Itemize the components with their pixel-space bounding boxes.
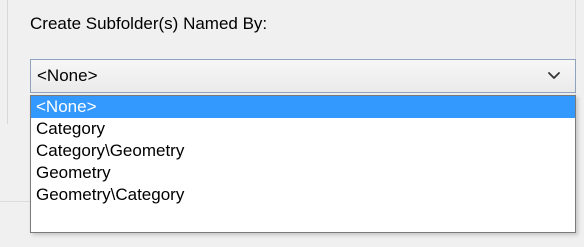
option-geometry-category[interactable]: Geometry\Category — [31, 184, 575, 206]
option-geometry[interactable]: Geometry — [31, 162, 575, 184]
option-category[interactable]: Category — [31, 118, 575, 140]
subfolder-options-list[interactable]: <None> Category Category\Geometry Geomet… — [30, 95, 576, 233]
option-category-geometry[interactable]: Category\Geometry — [31, 140, 575, 162]
option-none[interactable]: <None> — [31, 96, 575, 118]
chevron-down-icon[interactable] — [546, 68, 562, 84]
left-divider — [7, 0, 8, 124]
subfolder-naming-select[interactable]: <None> — [30, 59, 576, 93]
selected-value: <None> — [37, 66, 98, 85]
subfolder-naming-label: Create Subfolder(s) Named By: — [30, 14, 268, 33]
